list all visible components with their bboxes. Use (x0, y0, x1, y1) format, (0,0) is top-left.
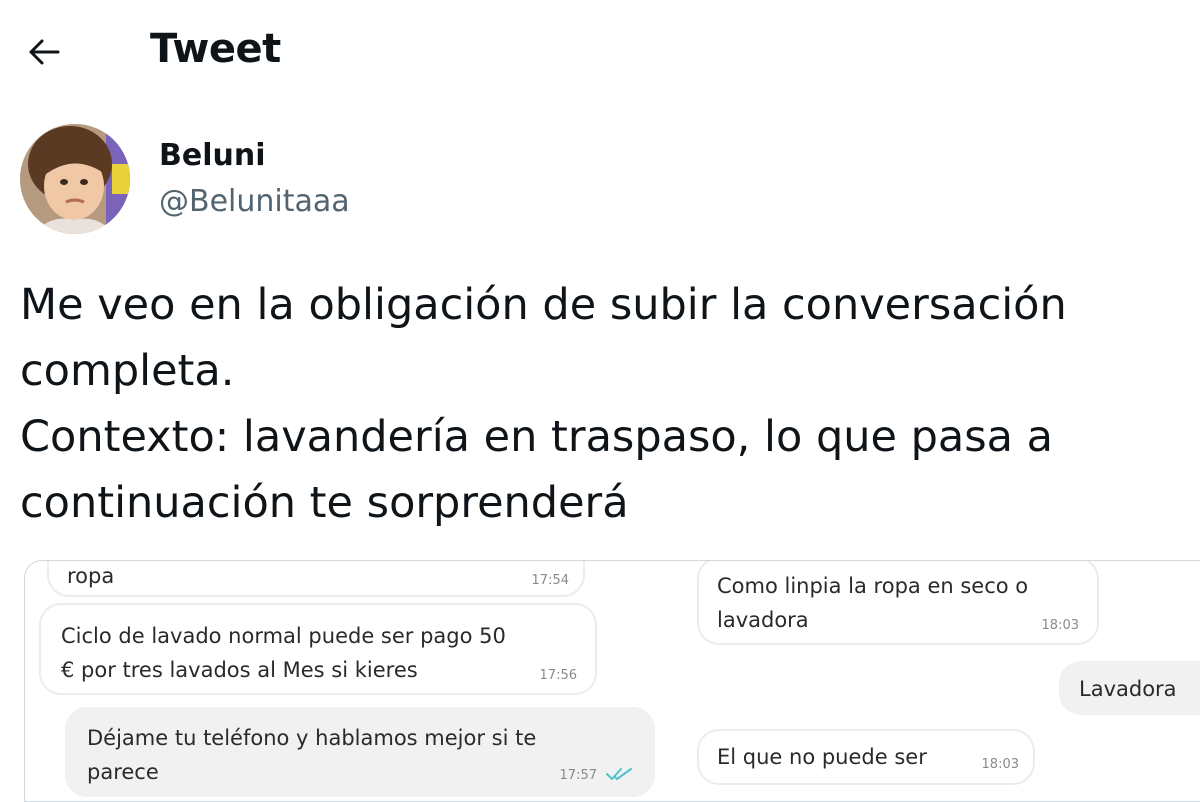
avatar-photo (20, 124, 130, 234)
chat-timestamp: 17:57 (559, 768, 597, 783)
chat-bubble: Lavadora (1059, 661, 1200, 715)
tweet-header: Tweet (0, 0, 1200, 100)
arrow-left-icon (29, 39, 60, 65)
chat-bubble: ropa 17:54 (47, 561, 585, 597)
chat-message-text: ropa (67, 564, 115, 588)
tweet-text-line: completa. (20, 346, 235, 396)
author-display-name[interactable]: Beluni (159, 138, 266, 173)
chat-bubble: Ciclo de lavado normal puede ser pago 50… (39, 603, 597, 695)
chat-bubble: Déjame tu teléfono y hablamos mejor si t… (65, 707, 655, 797)
avatar[interactable] (20, 124, 130, 234)
chat-message-text: Ciclo de lavado normal puede ser pago 50… (61, 624, 506, 682)
chat-bubble: El que no puede ser 18:03 (697, 729, 1035, 785)
tweet-media-image[interactable]: ropa 17:54 Ciclo de lavado normal puede … (24, 560, 1200, 802)
chat-message-text: El que no puede ser (717, 745, 927, 769)
chat-bubble: Como linpia la ropa en seco o lavadora 1… (697, 561, 1099, 645)
chat-message-text: Déjame tu teléfono y hablamos mejor si t… (87, 726, 537, 784)
chat-timestamp: 18:03 (1041, 618, 1079, 633)
chat-message-text: Lavadora (1079, 677, 1177, 701)
page-title: Tweet (150, 26, 281, 72)
chat-timestamp: 17:56 (539, 668, 577, 683)
tweet-text: Me veo en la obligación de subir la conv… (20, 272, 1195, 536)
chat-message-text: Como linpia la ropa en seco o lavadora (717, 574, 1029, 632)
tweet-text-line: Contexto: lavandería en traspaso, lo que… (20, 412, 1054, 462)
author-handle[interactable]: @Belunitaaa (159, 184, 350, 219)
tweet-text-line: Me veo en la obligación de subir la conv… (20, 280, 1067, 330)
double-check-icon (606, 768, 632, 780)
chat-timestamp: 18:03 (981, 757, 1019, 772)
chat-timestamp: 17:54 (531, 573, 569, 588)
tweet-text-line: continuación te sorprenderá (20, 478, 629, 528)
back-button[interactable] (22, 30, 66, 74)
